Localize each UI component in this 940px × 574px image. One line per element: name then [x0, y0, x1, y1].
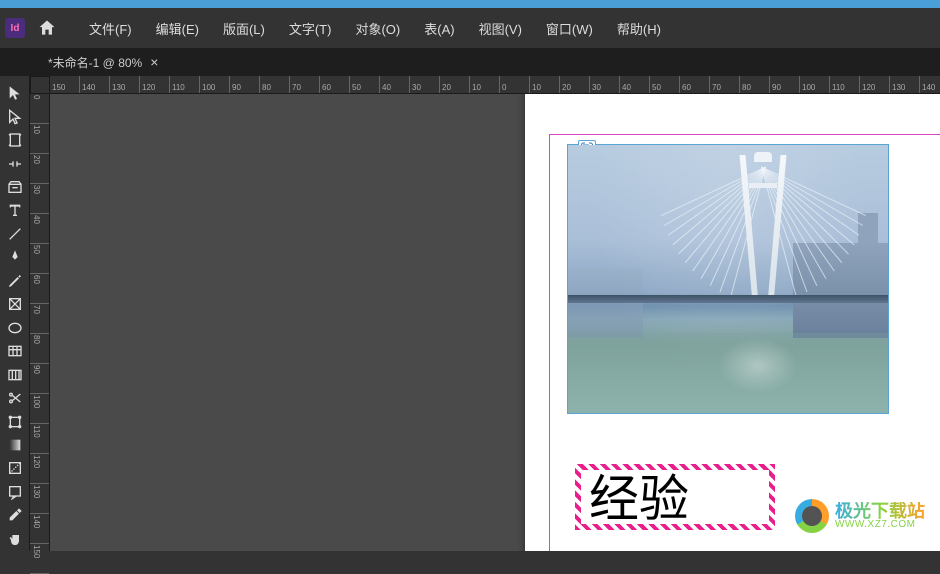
- text-content: 经验: [589, 474, 761, 524]
- line-tool[interactable]: [3, 223, 27, 245]
- rectangle-tool[interactable]: [3, 317, 27, 339]
- vertical-ruler[interactable]: 0102030405060708090100110120130140150: [30, 94, 50, 551]
- menu-table[interactable]: 表(A): [412, 19, 466, 38]
- menu-object[interactable]: 对象(O): [343, 19, 412, 38]
- canvas[interactable]: 经验 极光下载站 WWW.XZ7.COM: [50, 94, 940, 551]
- table2-tool[interactable]: [3, 363, 27, 385]
- gradient-feather-tool[interactable]: [3, 457, 27, 479]
- image-frame[interactable]: [567, 144, 889, 414]
- scissors-tool[interactable]: [3, 387, 27, 409]
- tab-title: *未命名-1 @ 80%: [48, 54, 142, 71]
- direct-selection-tool[interactable]: [3, 105, 27, 127]
- eyedropper-tool[interactable]: [3, 504, 27, 526]
- window-titlebar: [0, 0, 940, 8]
- pencil-tool[interactable]: [3, 270, 27, 292]
- document-tabbar: *未命名-1 @ 80% ×: [0, 48, 940, 76]
- rectangle-frame-tool[interactable]: [3, 293, 27, 315]
- gap-tool[interactable]: [3, 152, 27, 174]
- page-tool[interactable]: [3, 129, 27, 151]
- pen-tool[interactable]: [3, 246, 27, 268]
- menu-bar: Id 文件(F) 编辑(E) 版面(L) 文字(T) 对象(O) 表(A) 视图…: [0, 8, 940, 48]
- document-page[interactable]: 经验: [525, 94, 940, 551]
- note-tool[interactable]: [3, 481, 27, 503]
- selection-tool[interactable]: [3, 82, 27, 104]
- watermark-cn: 极光下载站: [835, 502, 925, 520]
- ruler-origin[interactable]: [30, 76, 50, 94]
- menu-window[interactable]: 窗口(W): [534, 19, 605, 38]
- content-collector-tool[interactable]: [3, 176, 27, 198]
- tools-panel: [0, 76, 30, 551]
- menu-view[interactable]: 视图(V): [467, 19, 534, 38]
- type-tool[interactable]: [3, 199, 27, 221]
- menu-file[interactable]: 文件(F): [77, 19, 144, 38]
- text-frame[interactable]: 经验: [575, 464, 775, 530]
- home-icon[interactable]: [37, 18, 57, 38]
- horizontal-ruler[interactable]: 1501401301201101009080706050403020100102…: [50, 76, 940, 94]
- hand-tool[interactable]: [3, 528, 27, 550]
- menu-help[interactable]: 帮助(H): [605, 19, 673, 38]
- placed-image: [568, 145, 888, 413]
- menu-layout[interactable]: 版面(L): [211, 19, 277, 38]
- watermark-en: WWW.XZ7.COM: [835, 520, 925, 530]
- app-icon[interactable]: Id: [5, 18, 25, 38]
- menu-type[interactable]: 文字(T): [277, 19, 344, 38]
- watermark: 极光下载站 WWW.XZ7.COM: [795, 499, 925, 533]
- free-transform-tool[interactable]: [3, 410, 27, 432]
- tab-close-icon[interactable]: ×: [150, 54, 158, 70]
- workspace: 1501401301201101009080706050403020100102…: [0, 76, 940, 551]
- gradient-swatch-tool[interactable]: [3, 434, 27, 456]
- table-tool[interactable]: [3, 340, 27, 362]
- document-tab[interactable]: *未命名-1 @ 80% ×: [40, 48, 166, 76]
- menu-edit[interactable]: 编辑(E): [144, 19, 211, 38]
- watermark-logo-icon: [795, 499, 829, 533]
